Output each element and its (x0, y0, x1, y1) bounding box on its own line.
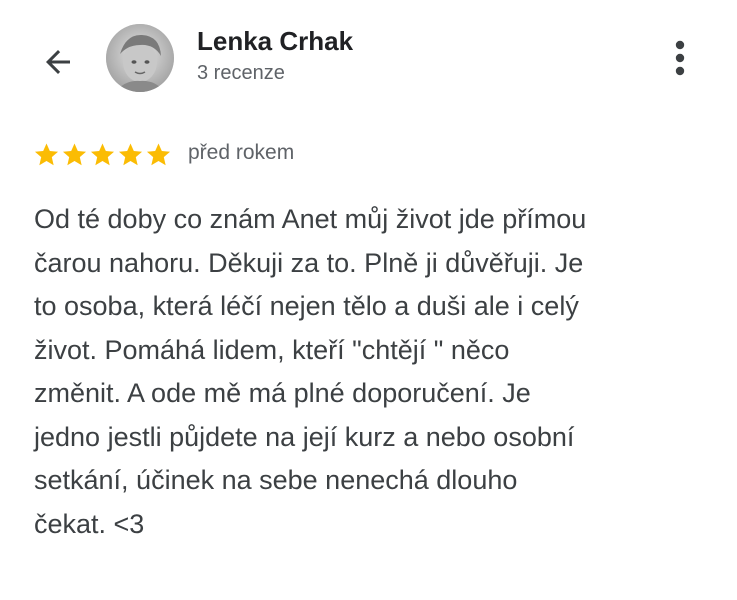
more-options-button[interactable] (660, 36, 700, 80)
avatar-photo (106, 24, 174, 92)
star-icon (118, 142, 143, 165)
review-count: 3 recenze (197, 62, 285, 84)
arrow-left-icon (46, 50, 70, 74)
more-vert-icon (675, 40, 685, 76)
star-rating (33, 140, 172, 168)
review-text: Od té doby co znám Anet můj život jde př… (34, 204, 587, 539)
star-icon (90, 142, 115, 165)
review-date: před rokem (188, 141, 295, 164)
reviewer-name[interactable]: Lenka Crhak (197, 26, 353, 57)
star-icon (62, 142, 87, 165)
back-button[interactable] (36, 40, 80, 84)
star-icon (34, 142, 59, 165)
star-icon (146, 142, 171, 165)
avatar[interactable] (106, 24, 174, 92)
